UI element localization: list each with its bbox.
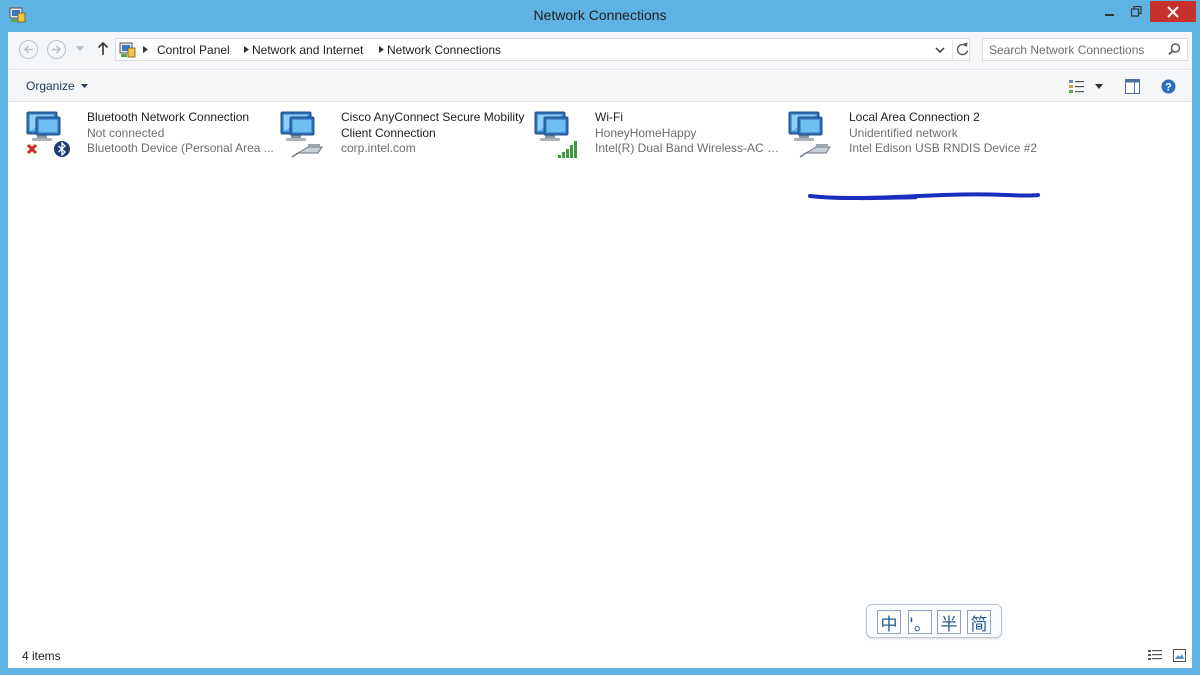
network-disconnected-bluetooth-icon [26,111,70,157]
breadcrumb-network-and-internet[interactable]: Network and Internet [252,43,363,57]
details-view-icon[interactable] [1148,649,1162,662]
connection-device: Intel(R) Dual Band Wireless-AC 72... [595,141,785,155]
ime-punctuation-button[interactable]: '。 [908,610,932,635]
connection-name: Local Area Connection 2 [849,110,980,124]
organize-menu-button[interactable]: Organize [26,79,88,93]
preview-pane-icon[interactable] [1125,79,1140,94]
network-cable-icon [788,111,831,158]
svg-text:?: ? [1165,81,1172,93]
organize-label: Organize [26,79,75,93]
connection-text: Bluetooth Network Connection Not connect… [87,110,277,157]
chevron-down-icon[interactable] [934,44,946,56]
up-arrow-icon[interactable] [97,41,109,56]
ime-simplified-button[interactable]: 简 [967,610,991,635]
navigation-bar: Control Panel Network and Internet Netwo… [8,32,1192,70]
connection-status: Not connected [87,125,165,140]
arrow-left-icon [23,45,33,54]
control-panel-location-icon [119,42,136,58]
content-frame: Control Panel Network and Internet Netwo… [8,32,1192,668]
breadcrumb-separator-icon[interactable] [143,46,148,53]
window-title: Network Connections [533,7,667,23]
connection-device: Intel Edison USB RNDIS Device #2 [849,141,1038,155]
command-bar: Organize ? [8,71,1192,102]
breadcrumb-separator-icon[interactable] [379,46,384,53]
connection-text: Wi-Fi HoneyHomeHappy Intel(R) Dual Band … [595,110,785,157]
forward-button[interactable] [47,40,66,59]
arrow-right-icon [52,45,62,54]
large-icons-view-icon[interactable] [1173,649,1186,662]
connection-status: Unidentified network [849,125,958,140]
maximize-button[interactable] [1124,1,1149,22]
connection-item-wifi[interactable]: Wi-Fi HoneyHomeHappy Intel(R) Dual Band … [532,107,785,163]
change-view-dropdown-icon[interactable] [1095,84,1103,89]
explorer-window: Network Connections Control Panel Networ… [0,0,1200,675]
ime-chinese-mode-button[interactable]: 中 [877,610,901,635]
dropdown-arrow-icon [80,84,88,88]
ime-half-width-button[interactable]: 半 [937,610,961,635]
connection-text: Cisco AnyConnect Secure Mobility Client … [341,110,531,157]
connection-item-bluetooth[interactable]: Bluetooth Network Connection Not connect… [24,107,274,163]
address-bar[interactable]: Control Panel Network and Internet Netwo… [115,38,970,61]
annotation-underline [808,192,1040,201]
recent-locations-dropdown-icon[interactable] [76,46,84,52]
breadcrumb-separator-icon[interactable] [244,46,249,53]
connection-text: Local Area Connection 2 Unidentified net… [849,110,1039,157]
close-icon [1167,5,1179,18]
search-box[interactable] [982,38,1188,61]
connection-status: HoneyHomeHappy [595,125,697,140]
minimize-icon [1104,13,1114,16]
network-wifi-signal-icon [534,111,577,158]
back-button[interactable] [19,40,38,59]
minimize-button[interactable] [1097,1,1122,22]
title-bar[interactable]: Network Connections [0,0,1200,32]
ime-toolbar: 中 '。 半 简 [866,604,1002,638]
connection-device: Bluetooth Device (Personal Area ... [87,141,274,155]
breadcrumb-network-connections[interactable]: Network Connections [387,43,501,57]
connection-item-cisco-anyconnect[interactable]: Cisco AnyConnect Secure Mobility Client … [278,107,528,163]
address-divider [952,39,953,60]
connection-name: Cisco AnyConnect Secure Mobility Client … [341,110,525,140]
help-icon[interactable]: ? [1161,79,1176,94]
refresh-icon[interactable] [956,42,969,56]
connection-name: Bluetooth Network Connection [87,110,250,124]
connection-item-local-area-connection-2[interactable]: Local Area Connection 2 Unidentified net… [786,107,1039,163]
close-button[interactable] [1150,1,1196,22]
breadcrumb-control-panel[interactable]: Control Panel [157,43,230,57]
connection-name: Wi-Fi [595,110,623,124]
network-cable-icon [280,111,323,158]
restore-icon [1131,6,1142,17]
connection-status: corp.intel.com [341,141,416,155]
search-icon[interactable] [1168,43,1181,56]
search-input[interactable] [989,42,1161,57]
change-view-icon[interactable] [1068,78,1085,95]
item-count: 4 items [22,649,61,663]
status-bar: 4 items [8,644,1192,668]
